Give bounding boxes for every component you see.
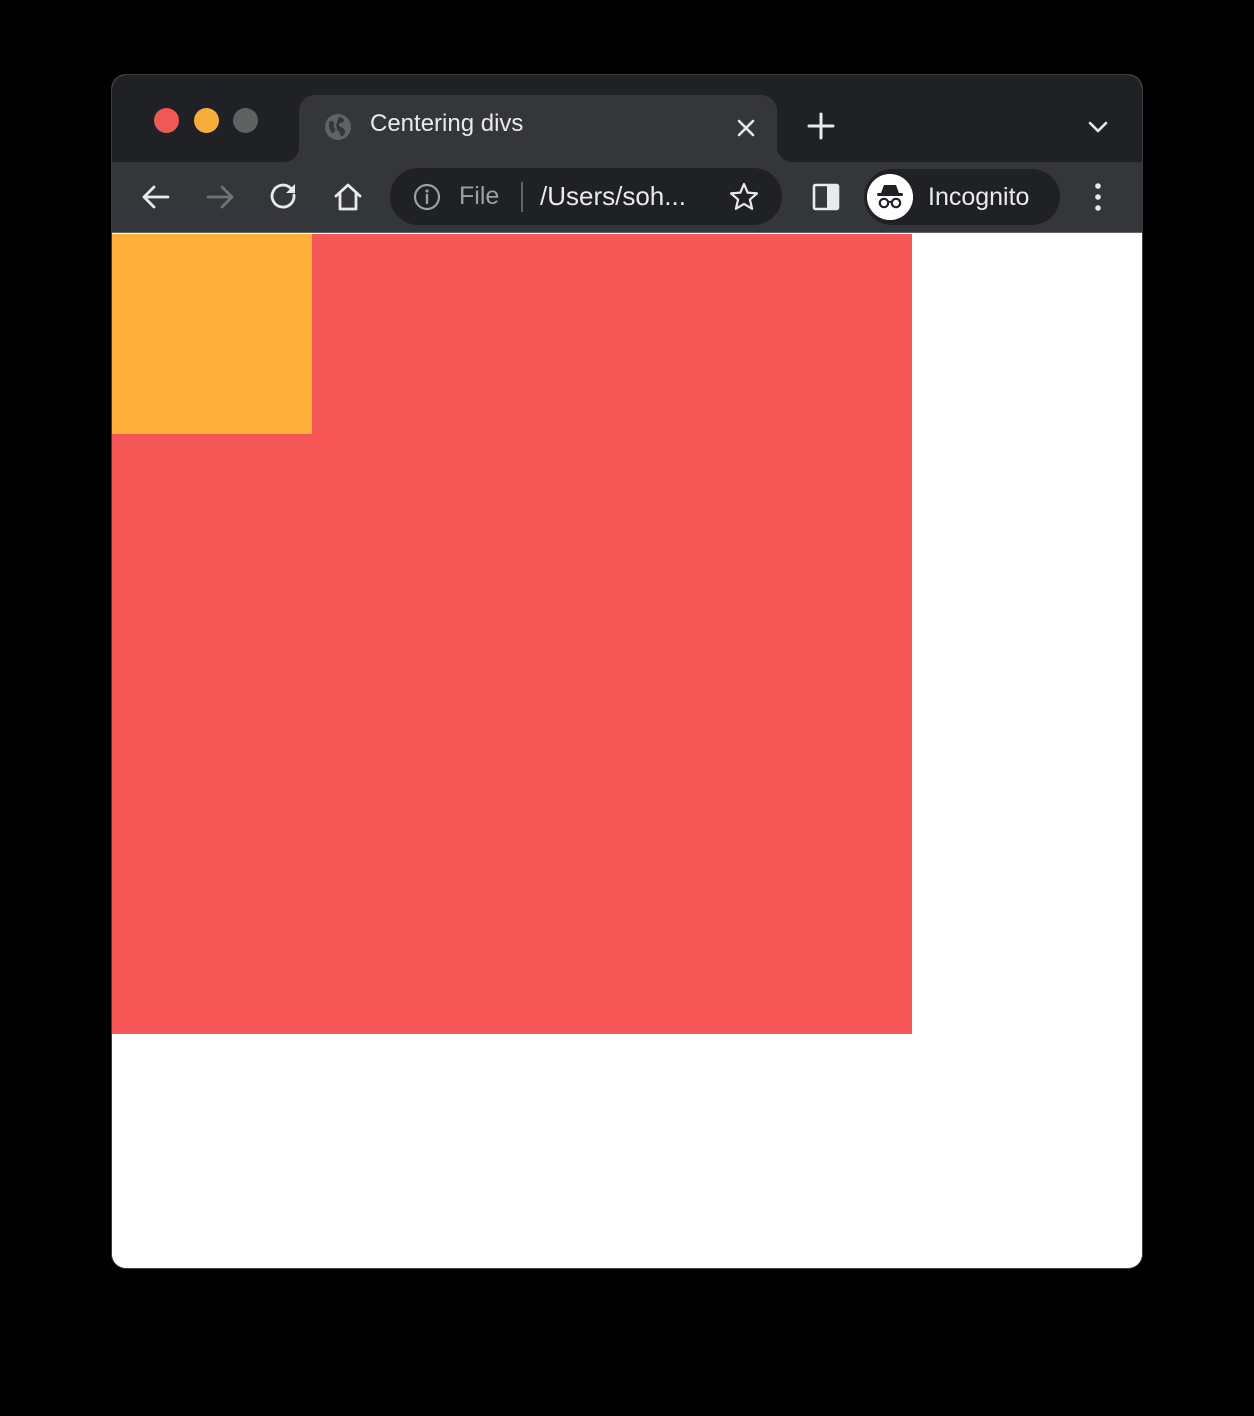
url-text[interactable]: /Users/soh... — [540, 181, 686, 212]
reload-icon[interactable] — [267, 180, 301, 214]
url-scheme-label: File — [459, 182, 500, 210]
tab-title: Centering divs — [370, 110, 524, 137]
incognito-profile-button[interactable]: Incognito — [864, 169, 1060, 225]
plus-icon[interactable] — [806, 111, 836, 141]
arrow-left-icon[interactable] — [139, 180, 173, 214]
chevron-down-icon[interactable] — [1086, 115, 1110, 139]
incognito-label: Incognito — [928, 183, 1030, 211]
outer-red-box — [112, 234, 912, 1034]
omnibox-divider — [521, 182, 523, 212]
arrow-right-icon[interactable] — [203, 180, 237, 214]
window-maximize-button[interactable] — [233, 108, 258, 133]
close-icon[interactable] — [732, 114, 760, 142]
window-close-button[interactable] — [154, 108, 179, 133]
window-minimize-button[interactable] — [194, 108, 219, 133]
incognito-icon — [867, 174, 913, 220]
side-panel-icon[interactable] — [809, 180, 843, 214]
toolbar: File /Users/soh... Incognito — [112, 162, 1142, 233]
browser-window: Centering divs File /Users/soh... Incogn… — [112, 75, 1142, 1268]
inner-orange-box — [112, 234, 312, 434]
star-icon[interactable] — [728, 181, 760, 213]
page-viewport — [112, 234, 1142, 1268]
address-bar[interactable]: File /Users/soh... — [390, 168, 782, 225]
tab-strip: Centering divs — [112, 75, 1142, 162]
tab-centering-divs[interactable]: Centering divs — [283, 95, 793, 162]
kebab-menu-icon[interactable] — [1081, 180, 1115, 214]
globe-icon — [325, 114, 351, 140]
home-icon[interactable] — [331, 180, 365, 214]
info-icon[interactable] — [413, 183, 441, 211]
